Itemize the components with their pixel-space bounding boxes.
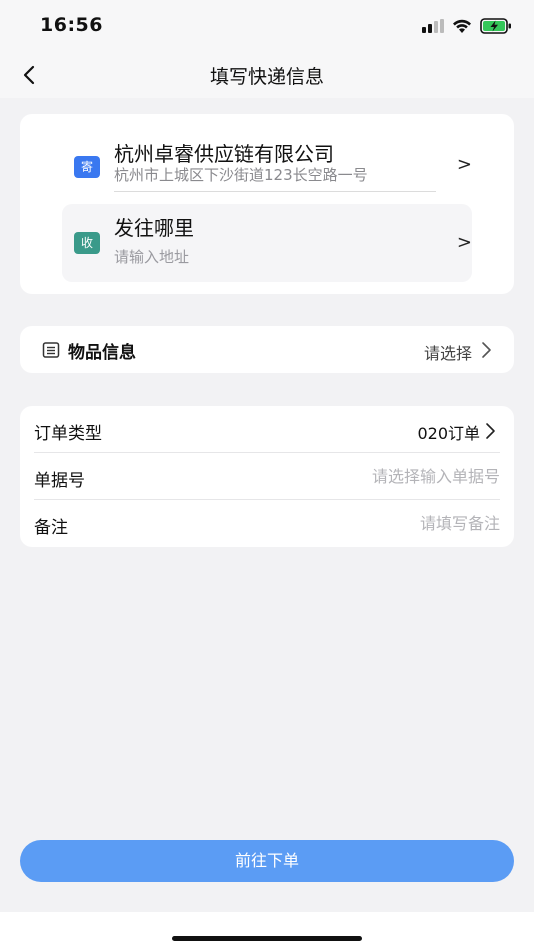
- list-icon: [42, 342, 60, 358]
- chevron-right-icon: [482, 342, 491, 358]
- doc-number-input[interactable]: [240, 463, 500, 489]
- doc-number-label: 单据号: [34, 471, 85, 491]
- order-type-label: 订单类型: [34, 424, 102, 444]
- receiver-address-placeholder: 请输入地址: [114, 248, 190, 266]
- goods-info-label: 物品信息: [68, 343, 136, 363]
- goods-info-row[interactable]: 物品信息 请选择: [20, 326, 514, 373]
- status-bar: 16:56: [0, 0, 534, 52]
- sender-arrow-icon: >: [456, 154, 472, 175]
- nav-bar: 填写快递信息: [0, 52, 534, 98]
- sender-address-row[interactable]: 寄 杭州卓睿供应链有限公司 杭州市上城区下沙街道123长空路一号 >: [62, 130, 472, 202]
- battery-charging-icon: [480, 18, 511, 34]
- home-indicator: [172, 936, 362, 941]
- remark-input[interactable]: [240, 510, 500, 536]
- remark-label: 备注: [34, 518, 68, 538]
- goods-info-value: 请选择: [423, 344, 472, 363]
- receiver-arrow-icon: >: [456, 232, 472, 253]
- sender-name: 杭州卓睿供应链有限公司: [114, 142, 334, 166]
- order-form-card: 订单类型 020订单 单据号 备注: [20, 406, 514, 547]
- signal-icon: [422, 19, 444, 33]
- receiver-address-row[interactable]: 收 发往哪里 请输入地址 >: [62, 204, 472, 282]
- chevron-right-icon: [486, 423, 495, 439]
- receiver-name: 发往哪里: [114, 216, 194, 240]
- submit-order-button[interactable]: 前往下单: [20, 840, 514, 882]
- order-type-row[interactable]: 订单类型 020订单: [34, 406, 500, 453]
- address-card: 寄 杭州卓睿供应链有限公司 杭州市上城区下沙街道123长空路一号 > 收 发往哪…: [20, 114, 514, 294]
- remark-row: 备注: [34, 500, 500, 547]
- sender-address: 杭州市上城区下沙街道123长空路一号: [114, 164, 436, 192]
- order-type-value: 020订单: [417, 424, 480, 443]
- status-icons: [422, 16, 512, 36]
- wifi-icon: [453, 19, 471, 33]
- page-title: 填写快递信息: [209, 66, 324, 88]
- sender-tag: 寄: [74, 156, 100, 178]
- status-time: 16:56: [40, 14, 103, 36]
- bottom-safe-area: [0, 912, 534, 950]
- receiver-tag: 收: [74, 232, 100, 254]
- doc-number-row: 单据号: [34, 453, 500, 500]
